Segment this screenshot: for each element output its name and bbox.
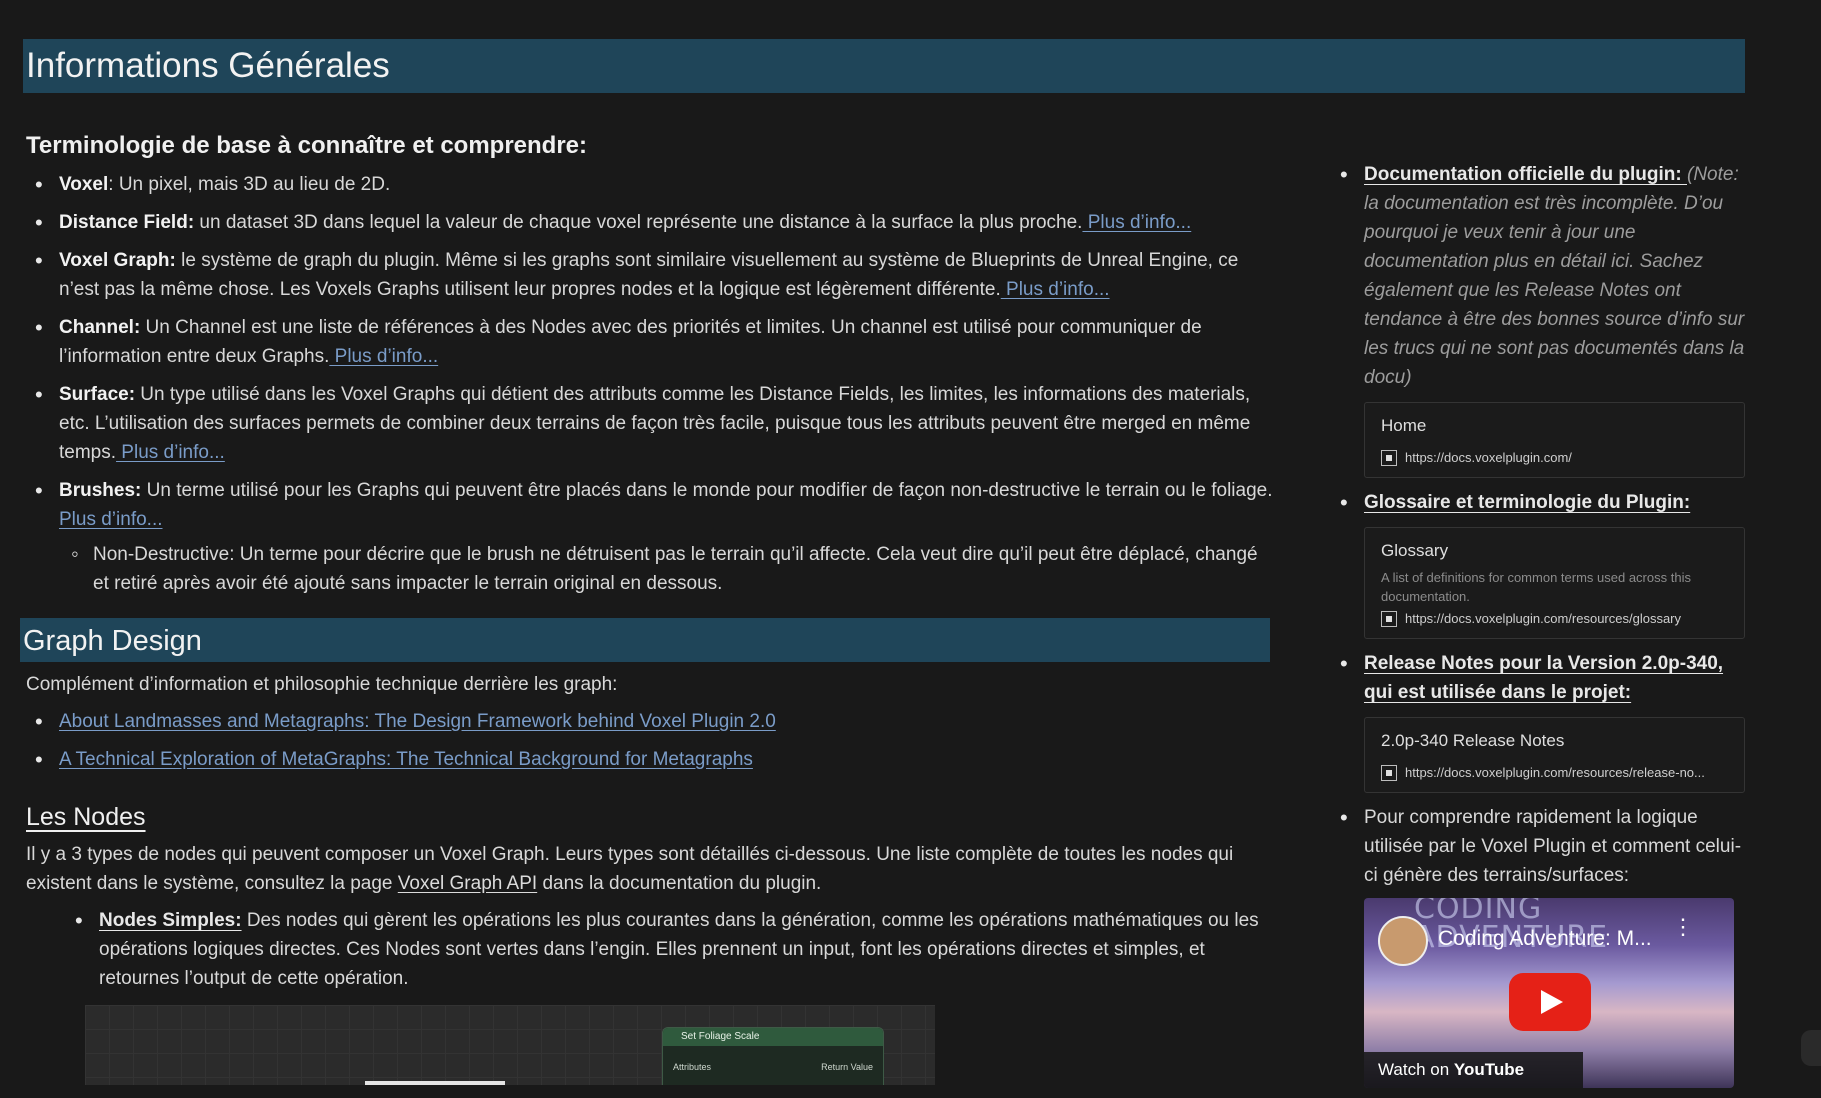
term-item-channel: Channel: Un Channel est une liste de réf… — [35, 313, 1273, 371]
brushes-sublist: Non-Destructive: Un terme pour décrire q… — [59, 539, 1273, 598]
voxel-graph-api-link[interactable]: Voxel Graph API — [398, 873, 537, 894]
watch-on-youtube-button[interactable]: Watch on YouTube — [1364, 1052, 1583, 1088]
graph-design-banner: Graph Design — [20, 618, 1270, 662]
favicon-icon — [1381, 611, 1397, 627]
set-foliage-scale-node: Set Foliage Scale Attributes Return Valu… — [662, 1027, 884, 1085]
more-info-link[interactable]: Plus d’info... — [59, 509, 163, 530]
sidebar-video-item: Pour comprendre rapidement la logique ut… — [1340, 803, 1745, 1088]
term-label: Surface: — [59, 384, 136, 405]
nodes-list: Nodes Simples: Des nodes qui gèrent les … — [23, 906, 1273, 993]
video-title[interactable]: Coding Adventure: M... — [1438, 924, 1652, 953]
graph-wire — [365, 1081, 505, 1085]
term-text: un dataset 3D dans lequel la valeur de c… — [194, 212, 1083, 233]
more-info-link[interactable]: Plus d’info... — [1082, 212, 1192, 233]
bookmark-url: https://docs.voxelplugin.com/ — [1381, 447, 1728, 469]
doc-note: (Note: la documentation est très incompl… — [1364, 164, 1745, 388]
sidebar-list: Documentation officielle du plugin: (Not… — [1340, 160, 1745, 1088]
sidebar: Documentation officielle du plugin: (Not… — [1340, 160, 1745, 1098]
glossary-link[interactable]: Glossaire et terminologie du Plugin: — [1364, 492, 1690, 513]
term-label: Voxel — [59, 174, 109, 195]
node-output-pin: Return Value — [821, 1062, 873, 1072]
nodes-intro-text-end: dans la documentation du plugin. — [537, 873, 822, 894]
term-text: Un terme utilisé pour les Graphs qui peu… — [141, 480, 1273, 501]
graph-design-link-item: A Technical Exploration of MetaGraphs: T… — [35, 745, 1273, 774]
favicon-icon — [1381, 450, 1397, 466]
youtube-embed[interactable]: CODING ADVENTURE Coding Adventure: M... … — [1364, 898, 1734, 1088]
bookmark-title: Glossary — [1381, 541, 1449, 560]
term-label: Brushes: — [59, 480, 142, 501]
node-title: Set Foliage Scale — [663, 1028, 883, 1046]
nodes-title: Les Nodes — [26, 803, 146, 831]
bookmark-title: Home — [1381, 416, 1427, 435]
more-options-icon[interactable]: ⋮ — [1672, 916, 1694, 938]
bookmark-url-text: https://docs.voxelplugin.com/resources/g… — [1405, 611, 1682, 626]
term-subitem-non-destructive: Non-Destructive: Un terme pour décrire q… — [71, 539, 1273, 598]
terminology-heading: Terminologie de base à connaître et comp… — [26, 132, 588, 159]
watch-on-text: Watch on — [1378, 1060, 1450, 1079]
sidebar-doc-item: Documentation officielle du plugin: (Not… — [1340, 160, 1745, 478]
term-item-surface: Surface: Un type utilisé dans les Voxel … — [35, 380, 1273, 467]
page-title: Informations Générales — [26, 46, 390, 85]
term-item-distance-field: Distance Field: un dataset 3D dans leque… — [35, 208, 1273, 237]
bookmark-url: https://docs.voxelplugin.com/resources/g… — [1381, 608, 1728, 630]
release-notes-link[interactable]: Release Notes pour la Version 2.0p-340, … — [1364, 653, 1723, 703]
graph-design-link-item: About Landmasses and Metagraphs: The Des… — [35, 707, 1273, 736]
graph-design-intro: Complément d’information et philosophie … — [26, 674, 618, 695]
nodes-simples-link[interactable]: Nodes Simples: — [99, 910, 242, 931]
graph-design-links: About Landmasses and Metagraphs: The Des… — [23, 707, 1273, 774]
term-label: Voxel Graph: — [59, 250, 176, 271]
channel-avatar[interactable] — [1378, 916, 1428, 966]
node-type-simple: Nodes Simples: Des nodes qui gèrent les … — [75, 906, 1273, 993]
node-input-pin: Attributes — [673, 1062, 712, 1072]
node-pins: Attributes Return Value — [663, 1046, 883, 1085]
term-text: Un Channel est une liste de références à… — [59, 317, 1202, 367]
nodes-simples-text: Des nodes qui gèrent les opérations les … — [99, 910, 1259, 989]
play-button-icon[interactable] — [1509, 973, 1591, 1031]
more-info-link[interactable]: Plus d’info... — [1001, 279, 1110, 300]
main-content: Terminologie de base à connaître et comp… — [20, 130, 1273, 1085]
more-info-link[interactable]: Plus d’info... — [116, 442, 225, 463]
term-text: : Un pixel, mais 3D au lieu de 2D. — [108, 174, 391, 195]
logic-text: Pour comprendre rapidement la logique ut… — [1364, 807, 1742, 886]
term-item-voxel: Voxel: Un pixel, mais 3D au lieu de 2D. — [35, 170, 1273, 199]
sidebar-release-item: Release Notes pour la Version 2.0p-340, … — [1340, 649, 1745, 793]
bookmark-url-text: https://docs.voxelplugin.com/resources/r… — [1405, 765, 1705, 780]
more-info-link[interactable]: Plus d’info... — [329, 346, 439, 367]
node-graph-screenshot: Set Foliage Scale Attributes Return Valu… — [85, 1005, 935, 1085]
scroll-handle[interactable] — [1801, 1030, 1821, 1066]
graph-design-title: Graph Design — [23, 625, 202, 657]
bookmark-url-text: https://docs.voxelplugin.com/ — [1405, 450, 1572, 465]
terminology-list: Voxel: Un pixel, mais 3D au lieu de 2D. … — [23, 170, 1273, 598]
bookmark-url: https://docs.voxelplugin.com/resources/r… — [1381, 762, 1728, 784]
bookmark-title: 2.0p-340 Release Notes — [1381, 731, 1565, 750]
sidebar-glossary-item: Glossaire et terminologie du Plugin: Glo… — [1340, 488, 1745, 639]
page-title-banner: Informations Générales — [23, 39, 1745, 93]
term-text: Un type utilisé dans les Voxel Graphs qu… — [59, 384, 1251, 463]
youtube-logo: YouTube — [1453, 1060, 1525, 1079]
official-doc-link[interactable]: Documentation officielle du plugin: — [1364, 164, 1687, 185]
term-item-voxel-graph: Voxel Graph: le système de graph du plug… — [35, 246, 1273, 304]
landmasses-article-link[interactable]: About Landmasses and Metagraphs: The Des… — [59, 711, 776, 732]
term-label: Channel: — [59, 317, 141, 338]
bookmark-card-glossary[interactable]: Glossary A list of definitions for commo… — [1364, 527, 1745, 639]
metagraphs-article-link[interactable]: A Technical Exploration of MetaGraphs: T… — [59, 749, 753, 770]
bookmark-description: A list of definitions for common terms u… — [1381, 570, 1691, 604]
bookmark-card-home[interactable]: Home https://docs.voxelplugin.com/ — [1364, 402, 1745, 478]
nodes-intro: Il y a 3 types de nodes qui peuvent comp… — [26, 840, 1273, 898]
favicon-icon — [1381, 765, 1397, 781]
term-label: Distance Field: — [59, 212, 195, 233]
term-item-brushes: Brushes: Un terme utilisé pour les Graph… — [35, 476, 1273, 598]
bookmark-card-release[interactable]: 2.0p-340 Release Notes https://docs.voxe… — [1364, 717, 1745, 793]
